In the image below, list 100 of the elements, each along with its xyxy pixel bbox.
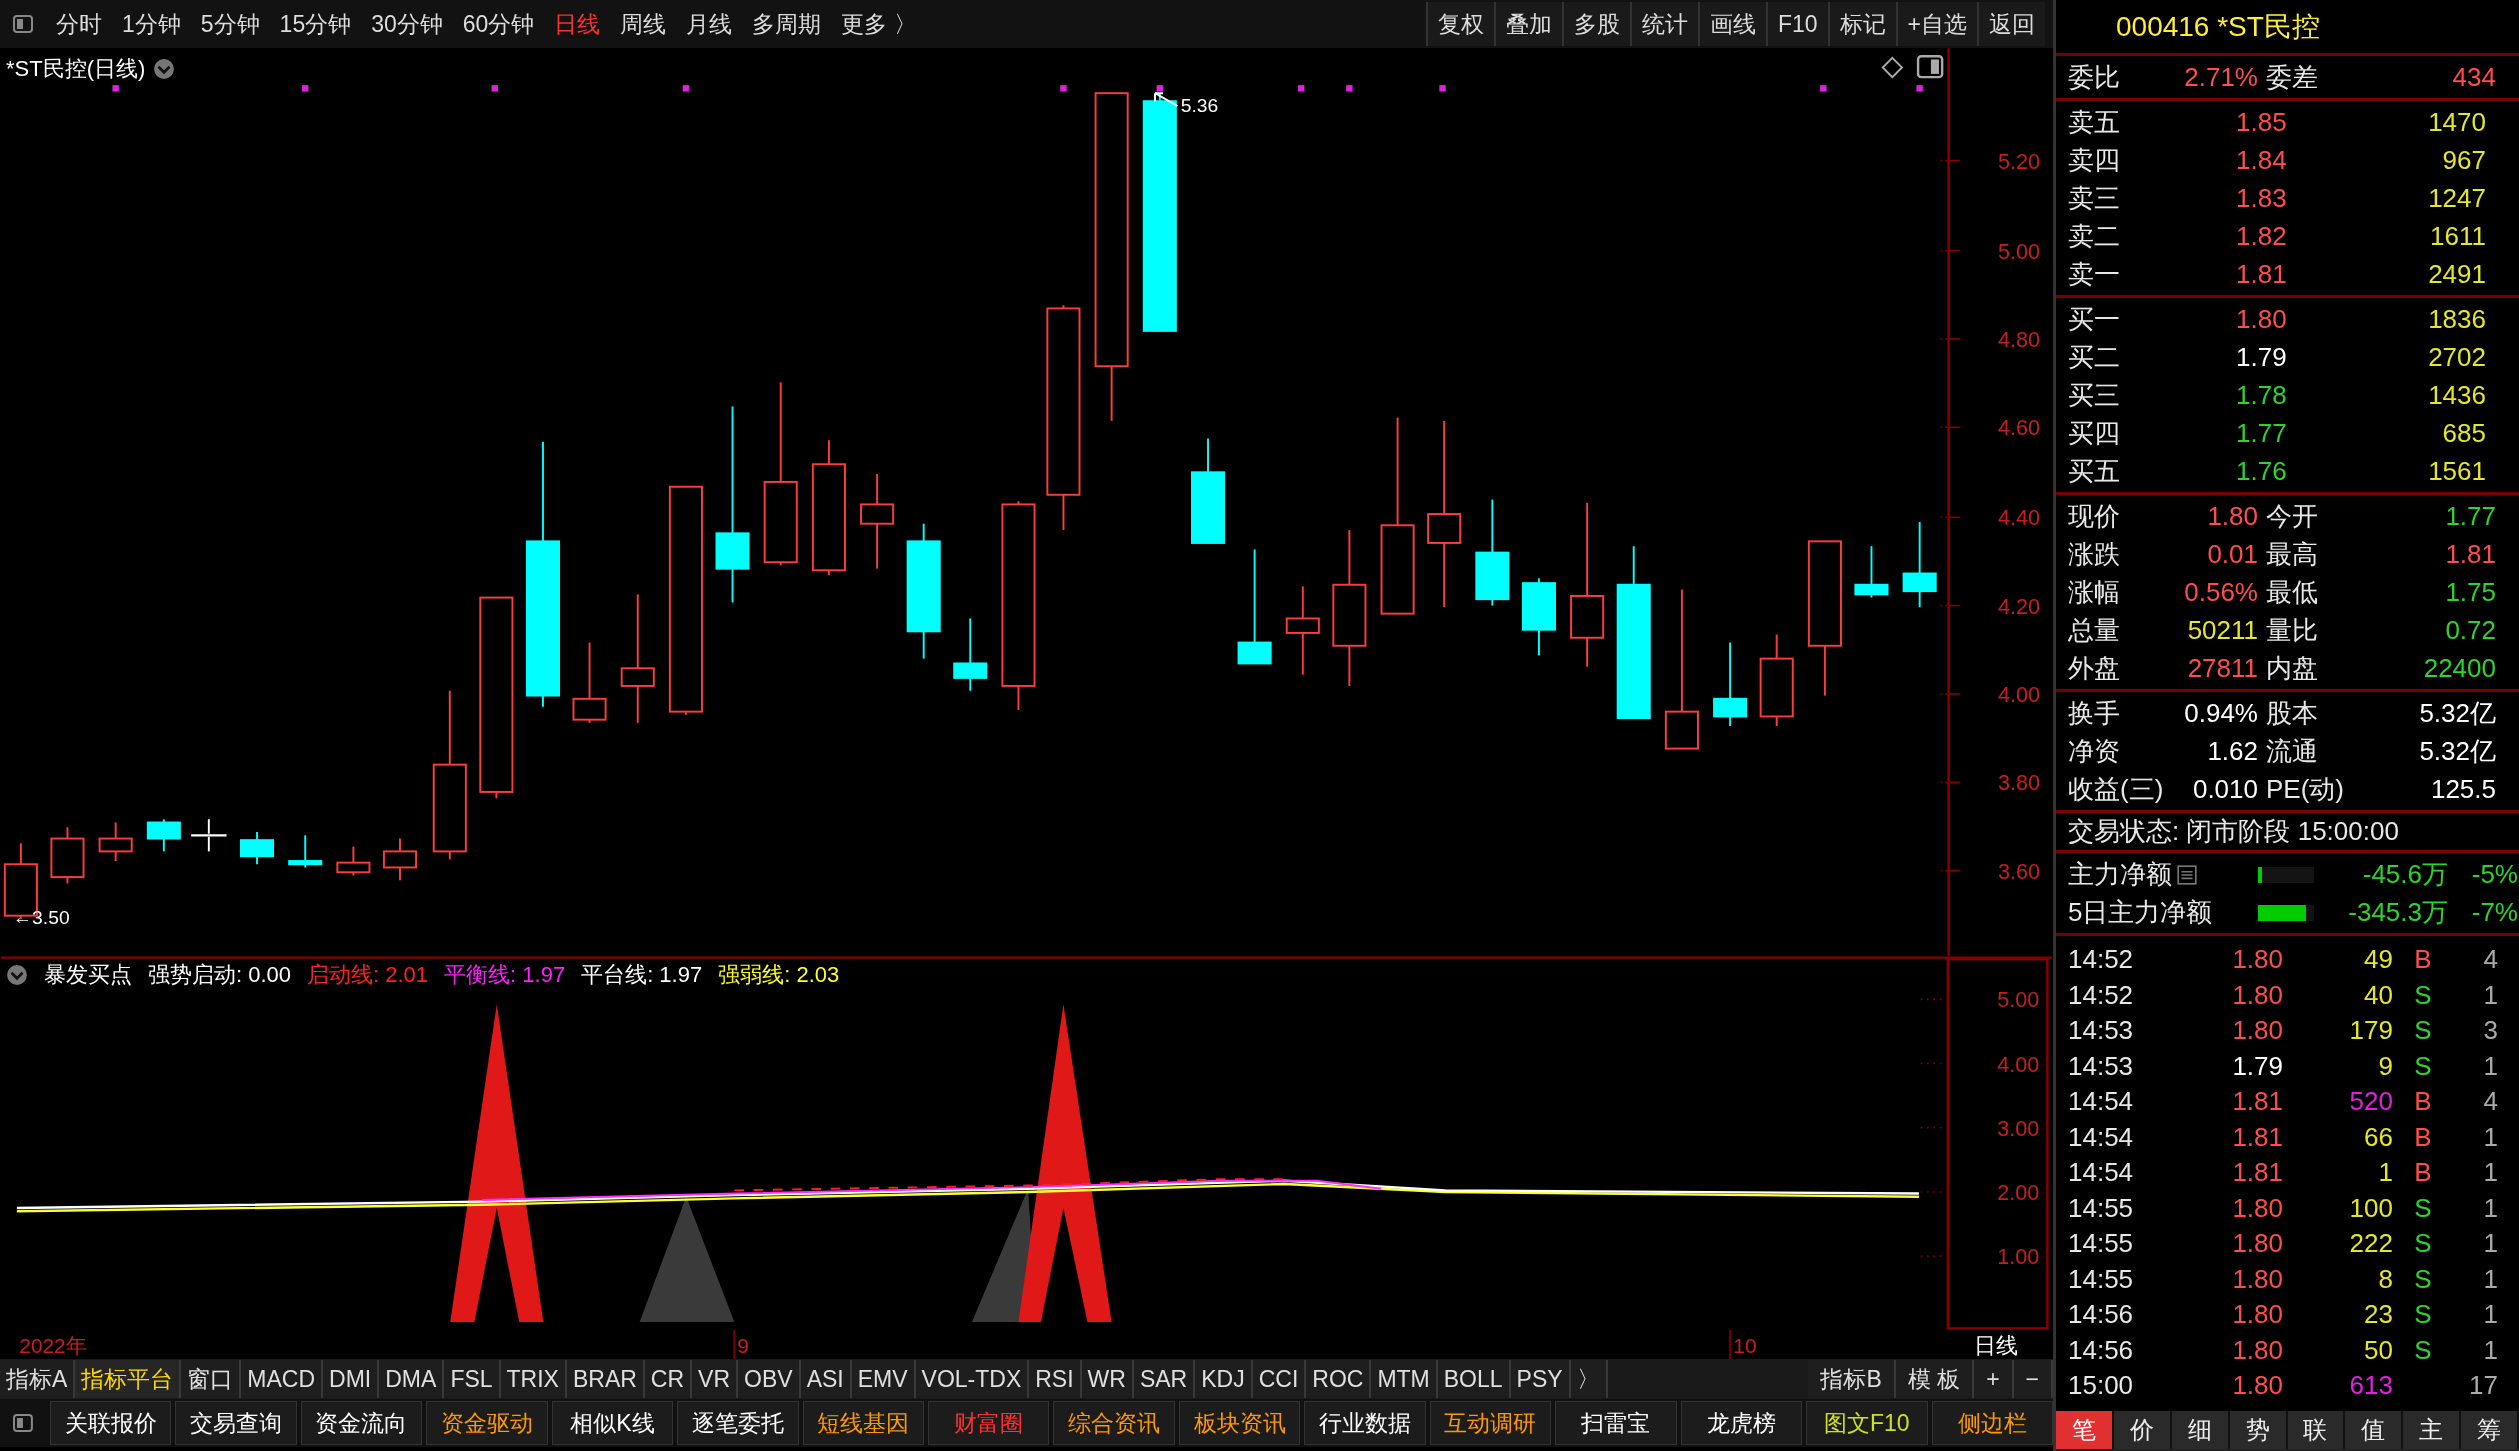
panel-tab[interactable]: 值 [2345,1411,2404,1449]
period-tab[interactable]: 分时 [46,6,112,42]
toolbar-button[interactable]: 标记 [1827,2,1896,46]
indicator-tool-button[interactable]: + [1974,1360,2014,1398]
panel-tab[interactable]: 主 [2403,1411,2462,1449]
collapse-icon [6,963,28,986]
panel-tab[interactable]: 联 [2287,1411,2346,1449]
axis-tick-label: 5.20 [1997,148,2041,174]
candlestick [1854,545,1889,599]
indicator-tab[interactable]: KDJ [1195,1360,1253,1398]
indicator-tool-button[interactable]: − [2013,1360,2053,1398]
indicator-tab[interactable]: VOL-TDX [915,1360,1030,1398]
function-button[interactable]: 综合资讯 [1053,1401,1175,1445]
function-button[interactable]: 相似K线 [551,1401,674,1445]
trade-volume: 9 [2377,1049,2393,1083]
panel-tab[interactable]: 势 [2229,1411,2288,1449]
period-tab[interactable]: 周线 [610,6,677,42]
indicator-tab[interactable]: FSL [444,1360,501,1398]
toolbar-button[interactable]: F10 [1765,2,1828,46]
indicator-tab[interactable]: RSI [1029,1360,1082,1398]
period-tab[interactable]: 多周期 [742,6,832,42]
indicator-tab[interactable]: 〉 [1570,1360,1608,1398]
toolbar-button[interactable]: +自选 [1895,2,1977,46]
indicator-tab[interactable]: ROC [1306,1360,1372,1398]
indicator-tab[interactable]: VR [692,1360,739,1398]
toolbar-button[interactable]: 返回 [1977,2,2045,46]
function-button[interactable]: 逐笔委托 [677,1401,799,1445]
indicator-tab[interactable]: BRAR [566,1360,645,1398]
indicator-tab[interactable]: PSY [1510,1360,1571,1398]
trade-side: S [2413,1262,2433,1296]
field-label: 收益(三) [2068,773,2165,806]
function-button[interactable]: 龙虎榜 [1680,1401,1802,1445]
indicator-tab[interactable]: EMV [851,1360,916,1398]
price-label: ←3.50 [12,906,70,928]
period-tab[interactable]: 30分钟 [361,6,453,42]
period-tab[interactable]: 60分钟 [452,6,545,42]
function-button[interactable]: 互动调研 [1429,1401,1552,1445]
indicator-tab[interactable]: MACD [241,1360,324,1398]
net-flow-value: -345.3万 [2347,896,2448,929]
indicator-tab[interactable]: DMA [379,1360,445,1398]
function-button[interactable]: 资金流向 [300,1401,423,1445]
indicator-tool-button[interactable]: 指标B [1808,1360,1896,1398]
function-button[interactable]: 资金驱动 [426,1401,548,1445]
period-tab[interactable]: 15分钟 [269,6,362,42]
panel-tab[interactable]: 笔 [2056,1411,2114,1449]
indicator-tab[interactable]: 指标A [0,1360,76,1398]
order-volume: 2702 [2427,341,2486,374]
function-button[interactable]: 扫雷宝 [1555,1401,1677,1445]
panel-tab[interactable]: 细 [2171,1411,2230,1449]
candlestick [382,837,418,882]
order-level-label: 买三 [2068,379,2121,412]
function-button[interactable]: 财富圈 [927,1401,1050,1445]
function-button[interactable]: 行业数据 [1304,1401,1426,1445]
function-button[interactable]: 短线基因 [802,1401,924,1445]
toolbar-button[interactable]: 叠加 [1493,2,1562,46]
toolbar-button[interactable]: 多股 [1561,2,1630,46]
period-tab[interactable]: 5分钟 [190,6,270,42]
function-button[interactable]: 图文F10 [1806,1401,1928,1445]
toolbar-button[interactable]: 复权 [1425,2,1494,46]
axis-label: 9 [737,1333,749,1357]
panel-toggle-icon [12,13,34,35]
list-icon [2176,863,2198,886]
function-button[interactable]: 交易查询 [175,1401,297,1445]
indicator-tab[interactable]: CCI [1252,1360,1307,1398]
field-value: 0.010 [2191,773,2259,806]
indicator-tab[interactable]: ASI [800,1360,852,1398]
period-tab[interactable]: 1分钟 [112,6,191,42]
indicator-tab[interactable]: 指标平台 [75,1360,182,1398]
trade-count: 4 [2482,943,2498,976]
indicator-tab[interactable]: MTM [1371,1360,1438,1398]
indicator-tab[interactable]: DMI [323,1360,380,1398]
indicator-tab[interactable]: WR [1081,1360,1134,1398]
indicator-tab[interactable]: OBV [738,1360,801,1398]
function-button[interactable]: 侧边栏 [1931,1401,2053,1445]
period-tab[interactable]: 月线 [676,6,743,42]
indicator-tab[interactable]: SAR [1133,1360,1196,1398]
axis-tick-label: 4.00 [1997,682,2041,707]
period-tab[interactable]: 日线 [544,6,611,42]
function-button[interactable]: 关联报价 [49,1401,172,1445]
candlestick [336,845,371,877]
order-level-label: 卖二 [2068,220,2121,253]
indicator-tab[interactable]: BOLL [1437,1360,1511,1398]
field-value: 27811 [2186,652,2259,685]
indicator-tab[interactable]: TRIX [500,1360,567,1398]
toolbar-button[interactable]: 画线 [1697,2,1766,46]
net-flow-percent: -7% [2470,896,2518,929]
trade-volume: 50 [2363,1333,2393,1367]
toolbar-button[interactable]: 统计 [1629,2,1698,46]
function-button[interactable]: 板块资讯 [1178,1401,1301,1445]
period-tab[interactable]: 更多 〉 [831,6,927,42]
diamond-icon [1881,56,1904,79]
indicator-tab[interactable]: CR [644,1360,693,1398]
panel-tab[interactable]: 筹 [2461,1411,2519,1449]
trade-time: 14:55 [2068,1262,2135,1296]
trade-side: S [2413,1014,2433,1047]
candlestick [240,831,275,866]
indicator-tab[interactable]: 窗口 [181,1360,242,1398]
order-price: 1.81 [2235,258,2288,291]
panel-tab[interactable]: 价 [2113,1411,2172,1449]
indicator-tool-button[interactable]: 模 板 [1895,1360,1975,1398]
